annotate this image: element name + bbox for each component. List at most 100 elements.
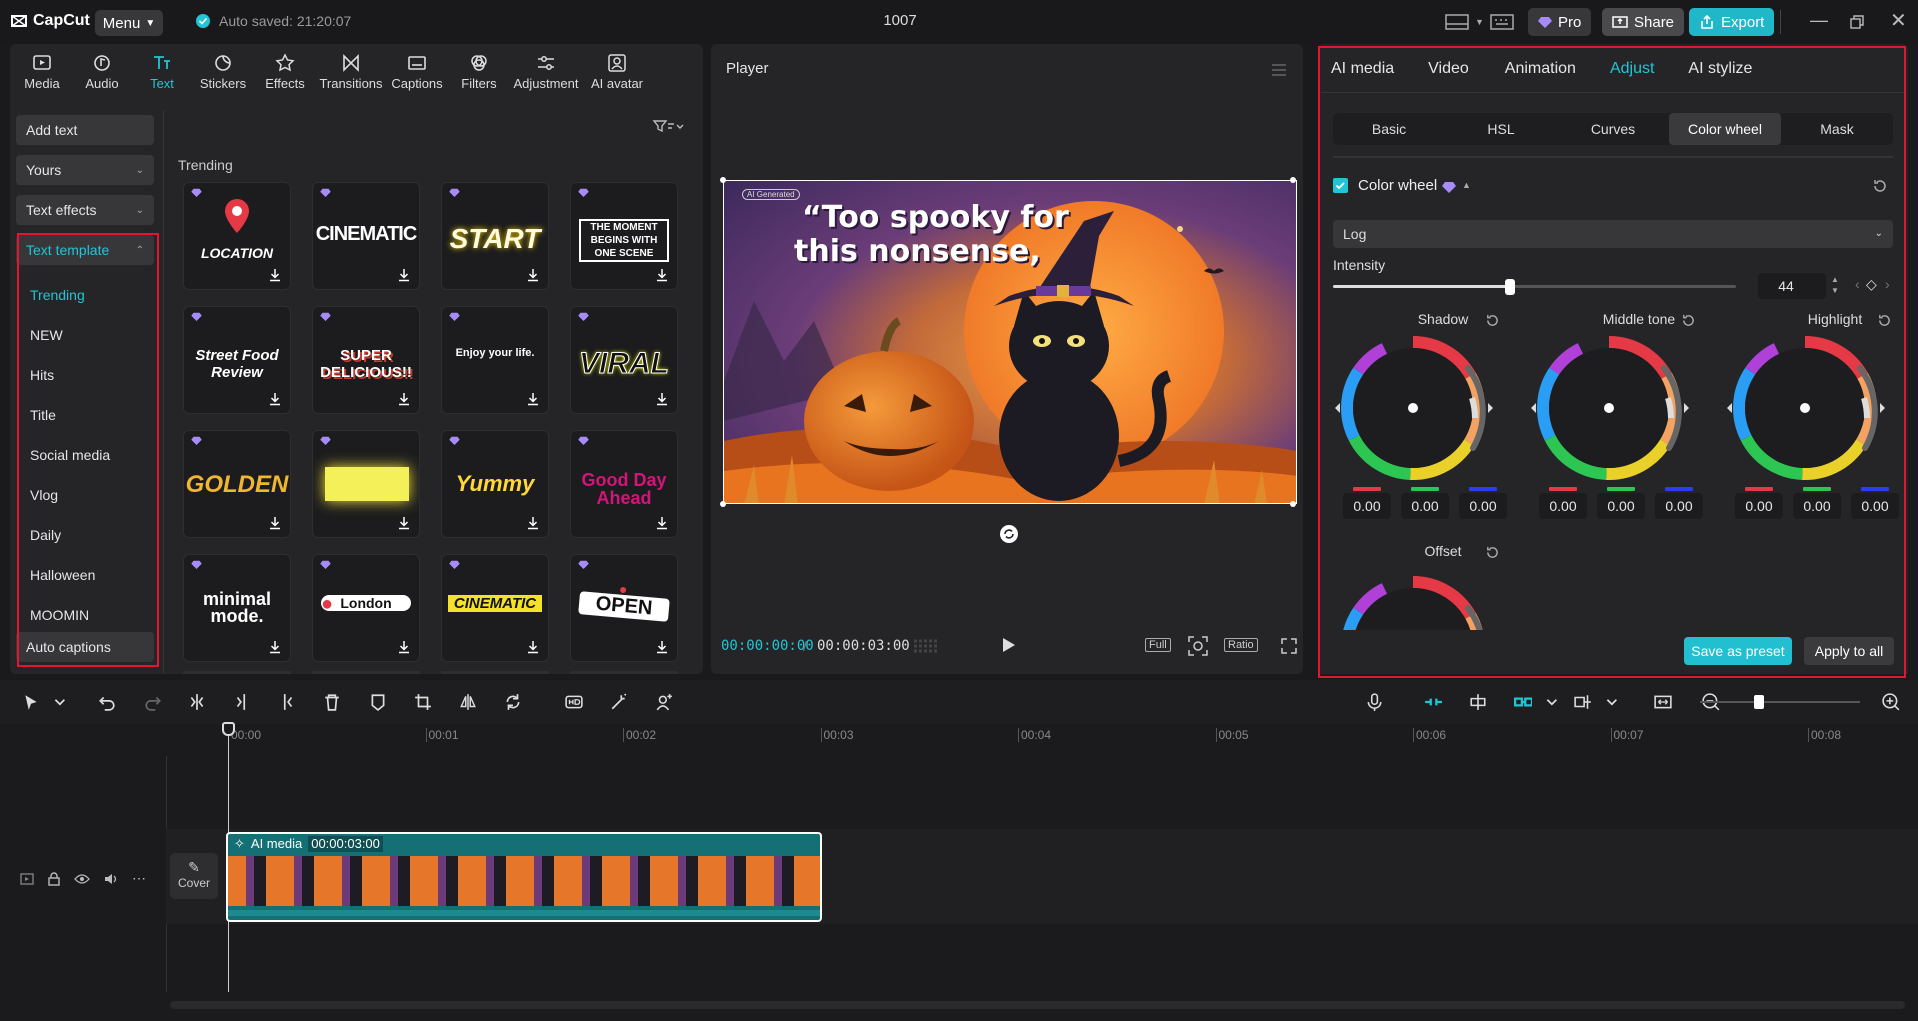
sidebar-item-social-media[interactable]: Social media — [16, 435, 154, 475]
magic-icon[interactable] — [610, 693, 628, 711]
value-b[interactable]: 0.00 — [1655, 487, 1703, 519]
download-icon[interactable] — [655, 516, 669, 530]
intensity-slider[interactable] — [1333, 279, 1736, 295]
sidebar-item-trending[interactable]: Trending — [16, 275, 154, 315]
keyframe-icon[interactable]: ◇ — [1866, 276, 1877, 293]
playhead-handle[interactable] — [222, 722, 235, 736]
subtab-basic[interactable]: Basic — [1333, 113, 1445, 145]
visibility-icon[interactable] — [74, 873, 90, 885]
download-icon[interactable] — [268, 516, 282, 530]
text-effects-button[interactable]: Text effects ⌄ — [16, 195, 154, 225]
tool-ai-avatar[interactable]: AI avatar — [582, 47, 652, 97]
resize-handle[interactable] — [720, 501, 726, 507]
template-card[interactable]: Street Food Review — [183, 306, 291, 414]
download-icon[interactable] — [526, 640, 540, 654]
split-icon[interactable] — [188, 693, 206, 711]
template-card[interactable]: SUPER DELICIOUS!! — [312, 306, 420, 414]
download-icon[interactable] — [526, 516, 540, 530]
color-wheel-2[interactable] — [1725, 323, 1895, 493]
text-template-button[interactable]: Text template ⌃ — [16, 235, 154, 265]
slider-handle[interactable] — [1505, 279, 1516, 295]
chevron-down-icon[interactable] — [52, 693, 70, 711]
volume-icon[interactable] — [104, 873, 118, 885]
share-button[interactable]: Share — [1602, 8, 1685, 36]
delete-icon[interactable] — [323, 693, 341, 711]
layout-icon[interactable] — [1445, 13, 1469, 31]
lock-icon[interactable] — [48, 871, 60, 886]
template-card[interactable]: ● OPEN — [570, 554, 678, 662]
full-button[interactable]: Full — [1145, 638, 1171, 652]
pro-button[interactable]: Pro — [1528, 8, 1592, 36]
tool-stickers[interactable]: Stickers — [192, 47, 254, 97]
value-g[interactable]: 0.00 — [1793, 487, 1841, 519]
timeline-scrollbar[interactable] — [170, 1001, 1905, 1009]
filter-icon[interactable] — [652, 118, 684, 134]
template-card[interactable]: CINEMATIC — [441, 554, 549, 662]
download-icon[interactable] — [397, 640, 411, 654]
download-icon[interactable] — [655, 268, 669, 282]
template-card[interactable]: VIRAL — [570, 306, 678, 414]
value-r[interactable]: 0.00 — [1735, 487, 1783, 519]
more-icon[interactable]: ⋯ — [132, 870, 146, 887]
template-card[interactable]: minimal mode. — [183, 554, 291, 662]
subtab-curves[interactable]: Curves — [1557, 113, 1669, 145]
tool-media[interactable]: Media — [12, 47, 72, 97]
auto-captions-button[interactable]: Auto captions — [16, 632, 154, 662]
next-keyframe-icon[interactable]: › — [1885, 276, 1890, 292]
subtab-hsl[interactable]: HSL — [1445, 113, 1557, 145]
color-wheel-1[interactable] — [1529, 323, 1699, 493]
tool-transitions[interactable]: Transitions — [316, 47, 386, 97]
zoom-fit-icon[interactable] — [1188, 636, 1208, 656]
video-preview[interactable]: AI Generated “Too spooky for this nonsen… — [723, 180, 1297, 504]
sidebar-item-title[interactable]: Title — [16, 395, 154, 435]
download-icon[interactable] — [268, 640, 282, 654]
play-icon[interactable] — [1002, 637, 1016, 653]
close-icon[interactable]: ✕ — [1890, 8, 1907, 33]
tool-filters[interactable]: Filters — [448, 47, 510, 97]
download-icon[interactable] — [655, 392, 669, 406]
rotate-icon[interactable] — [504, 693, 522, 711]
intensity-input[interactable]: 44 — [1758, 273, 1826, 299]
snap-icon[interactable] — [1469, 693, 1487, 711]
template-card[interactable]: THE MOMENT BEGINS WITH ONE SCENE — [570, 182, 678, 290]
mode-select[interactable]: Log ⌄ — [1333, 220, 1893, 248]
color-wheel-offset[interactable] — [1333, 563, 1503, 630]
zoom-in-icon[interactable] — [1882, 693, 1900, 711]
subtab-mask[interactable]: Mask — [1781, 113, 1893, 145]
chevron-down-icon[interactable]: ▼ — [1475, 17, 1484, 27]
select-icon[interactable] — [22, 693, 40, 711]
reset-icon[interactable] — [1485, 545, 1500, 560]
offset-wheel[interactable] — [1333, 563, 1503, 630]
ratio-button[interactable]: Ratio — [1224, 638, 1258, 652]
template-card[interactable]: ● London — [312, 554, 420, 662]
sidebar-item-vlog[interactable]: Vlog — [16, 475, 154, 515]
hd-icon[interactable] — [565, 693, 583, 711]
tool-captions[interactable]: Captions — [386, 47, 448, 97]
download-icon[interactable] — [268, 392, 282, 406]
download-icon[interactable] — [397, 268, 411, 282]
tool-effects[interactable]: Effects — [254, 47, 316, 97]
download-icon[interactable] — [526, 392, 540, 406]
menu-button[interactable]: Menu ▼ — [95, 10, 163, 36]
redo-icon[interactable] — [144, 693, 162, 711]
add-text-button[interactable]: Add text — [16, 115, 154, 145]
save-as-preset-button[interactable]: Save as preset — [1684, 637, 1792, 665]
tool-adjustment[interactable]: Adjustment — [510, 47, 582, 97]
ai-person-icon[interactable] — [655, 693, 673, 711]
waveform-icon[interactable] — [912, 637, 940, 655]
sidebar-item-new[interactable]: NEW — [16, 315, 154, 355]
export-button[interactable]: Export — [1689, 8, 1775, 36]
fit-timeline-icon[interactable] — [1654, 693, 1672, 711]
download-icon[interactable] — [526, 268, 540, 282]
download-icon[interactable] — [397, 516, 411, 530]
download-icon[interactable] — [397, 392, 411, 406]
link-icon[interactable] — [1514, 693, 1532, 711]
template-card[interactable] — [312, 430, 420, 538]
video-caption[interactable]: “Too spooky for this nonsense, — [794, 201, 1069, 269]
reset-icon[interactable] — [1872, 178, 1888, 194]
zoom-slider[interactable] — [1700, 701, 1860, 703]
value-b[interactable]: 0.00 — [1459, 487, 1507, 519]
undo-icon[interactable] — [98, 693, 116, 711]
tab-ai-stylize[interactable]: AI stylize — [1688, 60, 1752, 78]
color-wheel[interactable] — [1725, 323, 1895, 493]
